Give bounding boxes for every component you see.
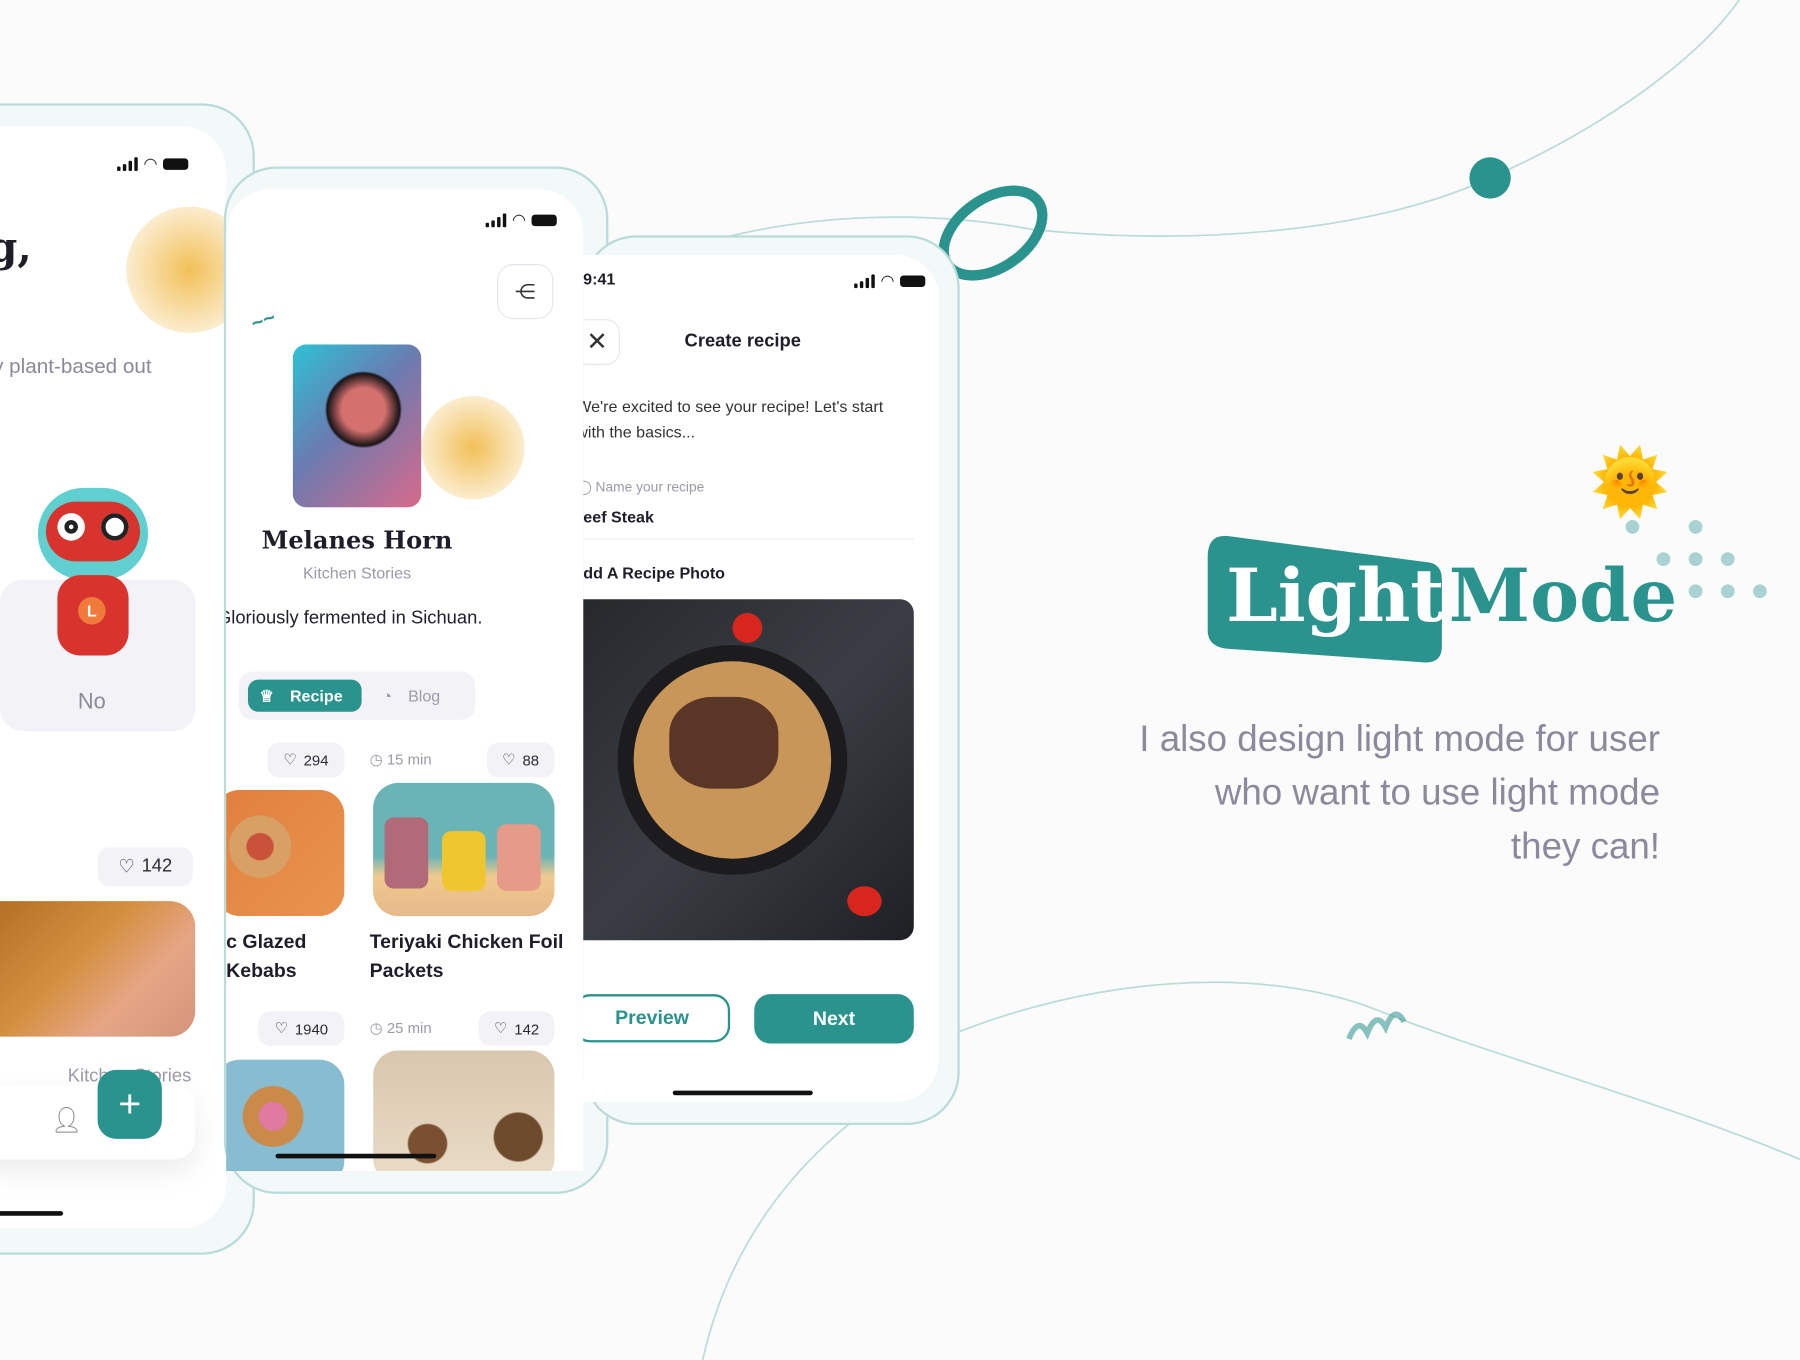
profile-subtitle: Kitchen Stories <box>302 563 412 583</box>
status-bar: ◠ <box>854 270 926 291</box>
page-title: Create recipe <box>684 331 801 352</box>
plus-icon: + <box>118 1081 142 1126</box>
intro-text: We're excited to see your recipe! Let's … <box>583 397 884 441</box>
likes-badge[interactable]: ♡ 88 <box>486 742 555 778</box>
hero-title-light: Light <box>1226 553 1445 640</box>
signal-icon <box>485 212 507 227</box>
add-recipe-button[interactable]: + <box>97 1069 162 1139</box>
signal-icon <box>117 156 138 171</box>
wifi-icon: ◠ <box>880 270 895 290</box>
hero-description: I also design light mode for user who wan… <box>1139 717 1661 867</box>
phone-screen-create: 9:41 ◠ ✕ Create recipe We're excited to … <box>583 254 940 1103</box>
note-icon: ◔ <box>382 686 393 705</box>
sun-emoji: 🌞 <box>1589 445 1671 518</box>
status-bar: ◠ <box>117 153 189 174</box>
chef-hat-icon: ♕ <box>259 685 274 705</box>
recipe-image-toast[interactable] <box>0 901 196 1037</box>
onboarding-question: ly plant-based out? <box>0 354 152 410</box>
status-time: 9:41 <box>583 269 616 289</box>
likes-badge[interactable]: ♡ 1940 <box>258 1011 345 1046</box>
preview-button[interactable]: Preview <box>583 994 731 1043</box>
photo-section-label: Add A Recipe Photo <box>583 563 725 583</box>
heart-icon: ♡ <box>502 750 516 769</box>
signal-icon <box>854 273 875 288</box>
recipe-image-kebabs[interactable] <box>226 789 345 917</box>
blob-decoration <box>421 396 525 500</box>
heart-icon: ♡ <box>283 750 297 769</box>
heart-icon: ♡ <box>118 857 135 878</box>
onboarding-heading: g, <box>0 223 32 273</box>
share-button[interactable]: ⋲ <box>497 264 554 320</box>
showcase-canvas: ◠ g, ly plant-based out? No L ♡142 Kitch… <box>0 0 1800 1360</box>
clock-icon: ◷ <box>369 1019 387 1037</box>
recipe-image-teriyaki[interactable] <box>373 782 555 917</box>
recipe-name-label: ◯ Name your recipe <box>583 479 704 495</box>
likes-badge[interactable]: ♡ 142 <box>478 1011 555 1046</box>
dot-decoration <box>1469 157 1511 199</box>
recipe-photo[interactable] <box>583 599 914 941</box>
phone-screen-onboarding: ◠ g, ly plant-based out? No L ♡142 Kitch… <box>0 126 227 1229</box>
wifi-icon: ◠ <box>143 153 158 173</box>
profile-avatar <box>292 344 422 508</box>
recipe-title-kebabs[interactable]: c Glazed Kebabs <box>226 928 306 985</box>
time-label: ◷ 15 min <box>369 750 432 769</box>
battery-icon <box>163 157 189 170</box>
blob-decoration <box>126 206 227 333</box>
radio-icon: ◯ <box>583 479 595 495</box>
likes-badge[interactable]: ♡ 142 <box>97 847 193 887</box>
recipe-title-teriyaki[interactable]: Teriyaki Chicken Foil Packets <box>370 928 564 985</box>
clock-icon: ◷ <box>369 750 387 769</box>
recipe-name-input[interactable]: Beef Steak <box>583 507 914 540</box>
battery-icon <box>900 274 926 287</box>
status-bar: ◠ <box>485 210 558 230</box>
profile-name: Melanes Horn <box>261 525 453 555</box>
mascot-illustration: L <box>34 487 149 660</box>
profile-tabs: ♕ Recipe ◔ Blog <box>238 671 476 720</box>
profile-bio: Gloriously fermented in Sichuan. <box>226 608 483 628</box>
wifi-icon: ◠ <box>512 210 527 229</box>
next-button[interactable]: Next <box>754 994 914 1044</box>
hero-title-mode: Mode <box>1448 553 1678 640</box>
home-indicator <box>672 1090 813 1096</box>
tab-recipe[interactable]: ♕ Recipe <box>247 679 362 712</box>
user-icon[interactable]: 👤︎ <box>51 1106 83 1136</box>
likes-badge[interactable]: ♡ 294 <box>267 742 345 778</box>
share-icon: ⋲ <box>514 279 536 303</box>
home-indicator <box>0 1211 64 1216</box>
heart-icon: ♡ <box>274 1019 288 1037</box>
squiggle-decoration: ~~ <box>248 305 279 336</box>
heart-icon: ♡ <box>493 1019 508 1037</box>
home-indicator <box>275 1153 437 1159</box>
battery-icon <box>531 214 558 226</box>
time-label: ◷ 25 min <box>369 1019 432 1037</box>
phone-screen-profile: ◠ ⋲ ~~ Melanes Horn Kitchen Stories Glor… <box>226 189 584 1171</box>
tab-blog[interactable]: ◔ Blog <box>382 680 440 712</box>
